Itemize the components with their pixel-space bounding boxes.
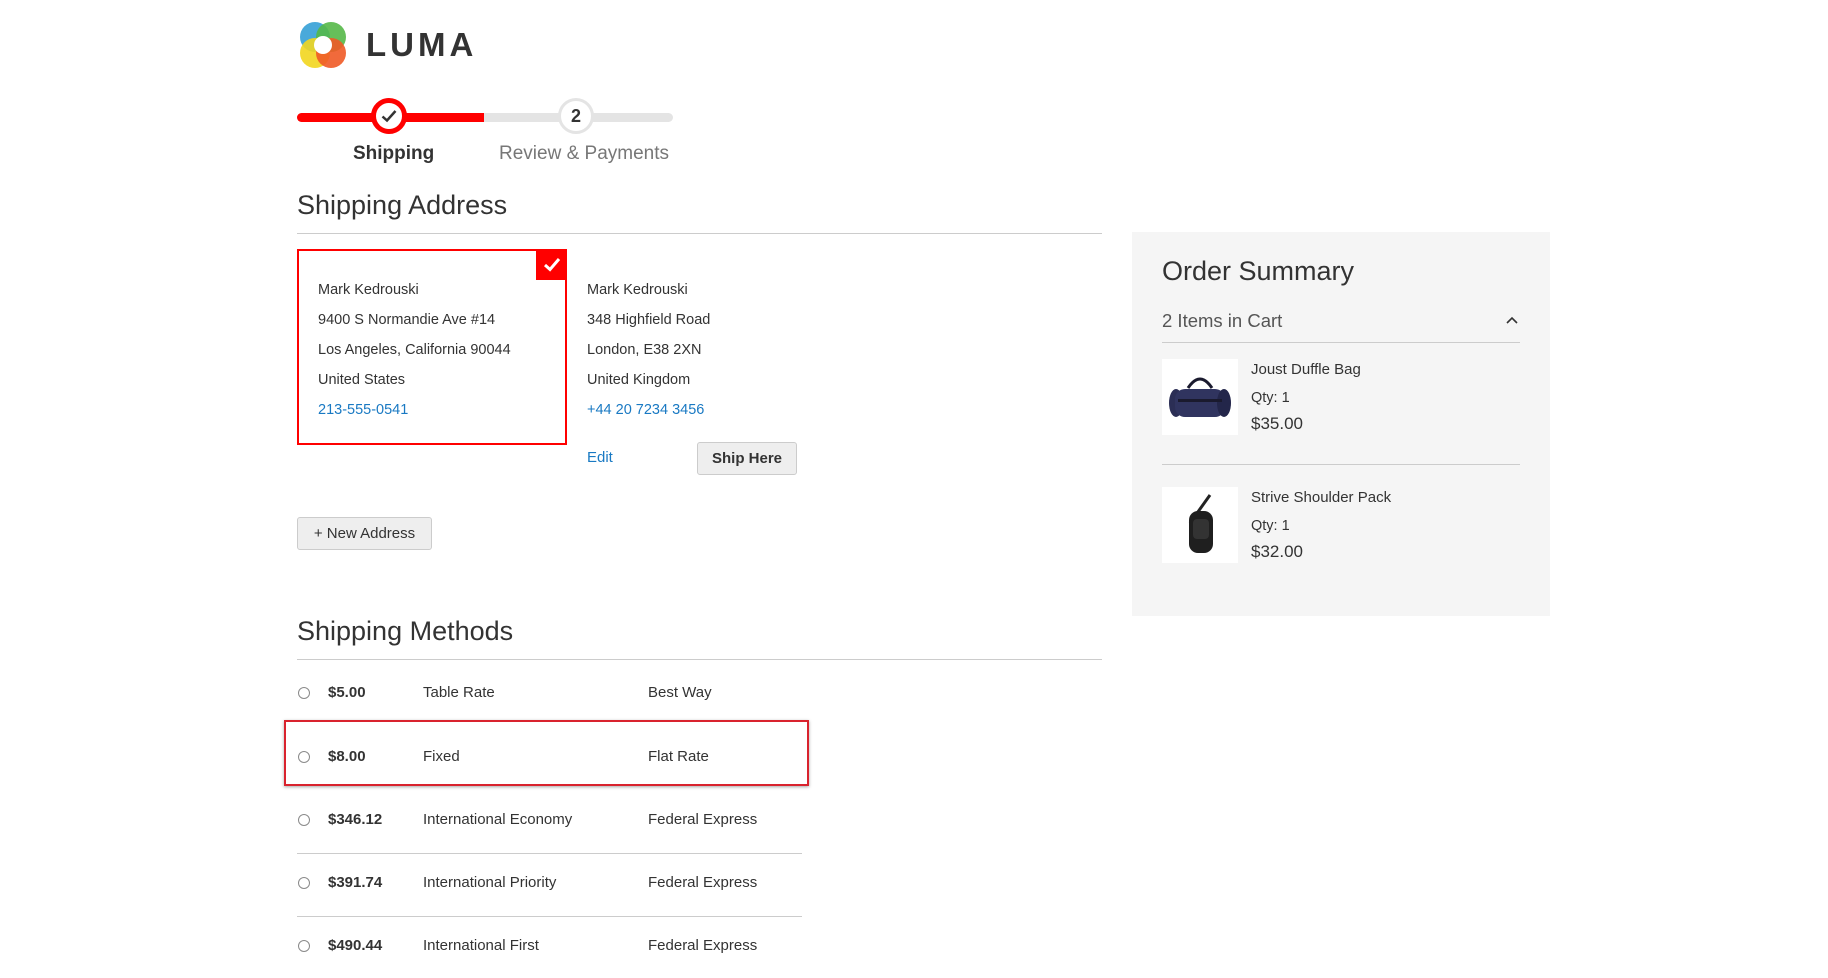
duffle-bag-icon — [1162, 359, 1238, 435]
address-name: Mark Kedrouski — [318, 282, 419, 298]
method-title: International First — [423, 937, 539, 954]
shipping-method-radio[interactable] — [298, 814, 310, 826]
items-in-cart-toggle[interactable]: 2 Items in Cart — [1162, 310, 1282, 332]
method-price: $490.44 — [328, 937, 383, 954]
address-city: Los Angeles, California 90044 — [318, 342, 511, 358]
summary-divider — [1162, 342, 1520, 343]
address-name: Mark Kedrouski — [587, 282, 688, 298]
shipping-method-radio[interactable] — [298, 877, 310, 889]
new-address-button[interactable]: + New Address — [297, 517, 432, 550]
order-summary-title: Order Summary — [1162, 256, 1355, 286]
luma-logo-icon — [297, 19, 349, 71]
section-divider — [297, 659, 1102, 660]
shipping-method-radio[interactable] — [298, 687, 310, 699]
shoulder-pack-icon — [1162, 487, 1238, 563]
order-summary-panel: Order Summary 2 Items in Cart Joust Duff… — [1132, 232, 1550, 616]
method-price: $346.12 — [328, 811, 383, 828]
item-name: Joust Duffle Bag — [1251, 361, 1361, 378]
chevron-up-icon[interactable] — [1504, 312, 1520, 328]
method-carrier: Best Way — [648, 684, 712, 701]
shipping-methods-title: Shipping Methods — [297, 616, 514, 646]
step-review-label[interactable]: Review & Payments — [499, 143, 669, 165]
method-carrier: Federal Express — [648, 874, 758, 891]
method-title: International Economy — [423, 811, 573, 828]
method-carrier: Federal Express — [648, 811, 758, 828]
highlight-annotation-box — [284, 720, 809, 786]
address-phone-link[interactable]: 213-555-0541 — [318, 395, 565, 425]
address-phone-link[interactable]: +44 20 7234 3456 — [587, 395, 836, 425]
step-shipping-label[interactable]: Shipping — [353, 143, 434, 165]
summary-divider — [1162, 464, 1520, 465]
shipping-method-row[interactable]: $346.12 International Economy Federal Ex… — [297, 790, 802, 854]
method-price: $391.74 — [328, 874, 383, 891]
brand-name: LUMA — [366, 26, 478, 63]
checkmark-icon — [381, 110, 397, 123]
section-divider — [297, 233, 1102, 234]
edit-address-link[interactable]: Edit — [587, 449, 613, 466]
address-street: 9400 S Normandie Ave #14 — [318, 312, 496, 328]
cart-item: Strive Shoulder Pack Qty: 1 $32.00 — [1162, 487, 1520, 577]
method-title: Table Rate — [423, 684, 495, 701]
checkout-page: LUMA 2 Shipping Review & Payments Shippi… — [0, 0, 1828, 978]
step-number: 2 — [570, 105, 581, 126]
address-city: London, E38 2XN — [587, 342, 702, 358]
luma-logo[interactable]: LUMA — [297, 19, 477, 71]
method-title: International Priority — [423, 874, 557, 891]
shipping-method-row[interactable]: $490.44 International First Federal Expr… — [297, 916, 802, 978]
cart-item: Joust Duffle Bag Qty: 1 $35.00 — [1162, 359, 1520, 449]
method-price: $5.00 — [328, 684, 366, 701]
item-qty: Qty: 1 — [1251, 390, 1290, 406]
address-card-alternate[interactable]: Mark Kedrouski 348 Highfield Road London… — [566, 249, 836, 445]
shipping-address-title: Shipping Address — [297, 190, 508, 220]
address-street: 348 Highfield Road — [587, 312, 711, 328]
ship-here-button[interactable]: Ship Here — [697, 442, 797, 475]
checkout-progress-bar: 2 Shipping Review & Payments — [297, 96, 673, 166]
shipping-method-row[interactable]: $5.00 Table Rate Best Way — [297, 663, 802, 726]
item-price: $32.00 — [1251, 542, 1303, 561]
shipping-method-row[interactable]: $391.74 International Priority Federal E… — [297, 853, 802, 917]
selected-check-icon — [536, 249, 567, 280]
item-price: $35.00 — [1251, 414, 1303, 433]
shipping-method-radio[interactable] — [298, 940, 310, 952]
address-country: United Kingdom — [587, 372, 691, 388]
step-review-circle[interactable]: 2 — [558, 98, 594, 134]
item-name: Strive Shoulder Pack — [1251, 489, 1392, 506]
method-carrier: Federal Express — [648, 937, 758, 954]
step-shipping-circle[interactable] — [371, 98, 407, 134]
item-qty: Qty: 1 — [1251, 518, 1290, 534]
address-country: United States — [318, 372, 406, 388]
address-card-selected[interactable]: Mark Kedrouski 9400 S Normandie Ave #14 … — [297, 249, 567, 445]
